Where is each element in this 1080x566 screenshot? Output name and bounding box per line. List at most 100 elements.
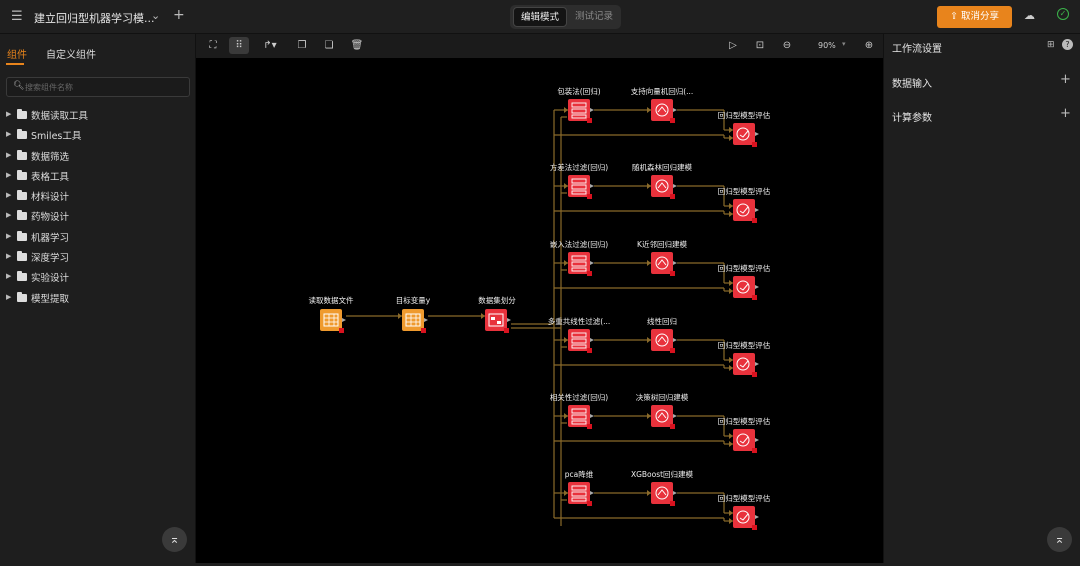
help-icon[interactable]: ?	[1062, 39, 1073, 50]
zoom-in-icon[interactable]: ⊕	[861, 37, 877, 54]
workflow-canvas[interactable]: 读取数据文件 目标变量y 数据集划分 包装法(回归) 支持向量机回归(... 回归型模型评…	[196, 58, 883, 563]
expand-arrow-icon[interactable]: ▶	[6, 110, 11, 118]
folder-item[interactable]: ▶ 材料设计	[6, 188, 190, 208]
delete-icon[interactable]: 🗑︎	[349, 37, 365, 54]
run-icon[interactable]: ▷	[725, 37, 741, 54]
node-regression-model[interactable]	[651, 99, 673, 121]
check-circle-icon[interactable]: ✓	[1057, 8, 1069, 20]
node-port	[755, 285, 759, 289]
folder-icon	[17, 109, 27, 119]
collapse-up-button[interactable]: ⌅	[1047, 527, 1072, 552]
component-sidebar: 组件 自定义组件 🔍︎ ▶ 数据读取工具 ▶ Smiles工具 ▶ 数据筛选 ▶ 表格工具 ▶ 材…	[0, 34, 196, 563]
add-tab-button[interactable]: +	[173, 7, 185, 23]
workflow-title[interactable]: 建立回归型机器学习模...	[34, 10, 155, 26]
edge-arrow	[564, 337, 568, 343]
folder-label: 数据筛选	[31, 151, 70, 163]
fullscreen-icon[interactable]: ⊡	[752, 37, 768, 54]
fit-view-icon[interactable]: ⛶	[205, 37, 221, 54]
node-port	[342, 318, 346, 322]
paste-icon[interactable]: ❏	[321, 37, 337, 54]
node-regression-eval[interactable]	[733, 276, 755, 298]
menu-icon[interactable]: ☰	[11, 9, 23, 24]
expand-arrow-icon[interactable]: ▶	[6, 232, 11, 240]
node-regression-model[interactable]	[651, 482, 673, 504]
node-regression-model[interactable]	[651, 329, 673, 351]
folder-tree: ▶ 数据读取工具 ▶ Smiles工具 ▶ 数据筛选 ▶ 表格工具 ▶ 材料设计 ▶ 药物设计 ▶ 机器学…	[6, 107, 190, 310]
node-label-eval: 回归型模型评估	[718, 186, 771, 196]
node-label-read-data: 读取数据文件	[309, 295, 354, 305]
add-data-input-button[interactable]: +	[1060, 72, 1071, 87]
panel-title: 工作流设置	[892, 44, 942, 55]
add-compute-param-button[interactable]: +	[1060, 106, 1071, 121]
folder-item[interactable]: ▶ 模型提取	[6, 290, 190, 310]
grid-icon[interactable]: ⠿	[229, 37, 249, 54]
node-regression-model[interactable]	[651, 252, 673, 274]
folder-item[interactable]: ▶ 数据筛选	[6, 148, 190, 168]
copy-icon[interactable]: ❐	[294, 37, 310, 54]
node-regression-eval[interactable]	[733, 429, 755, 451]
cloud-upload-icon[interactable]: ☁	[1024, 9, 1035, 22]
node-target-y[interactable]	[402, 309, 424, 331]
expand-arrow-icon[interactable]: ▶	[6, 252, 11, 260]
edge-arrow	[564, 490, 568, 496]
expand-arrow-icon[interactable]: ▶	[6, 211, 11, 219]
workflow-settings-panel: 工作流设置 ⊞ ? 数据输入 + 计算参数 + ⌅	[883, 34, 1080, 563]
node-badge	[339, 328, 344, 333]
node-regression-eval[interactable]	[733, 353, 755, 375]
zoom-level[interactable]: 90%	[818, 41, 836, 50]
folder-label: 药物设计	[31, 212, 70, 224]
layout-icon[interactable]: ⊞	[1047, 40, 1055, 50]
zoom-dropdown-icon[interactable]: ▾	[842, 40, 846, 48]
tab-custom-components[interactable]: 自定义组件	[46, 46, 96, 61]
node-port	[590, 184, 594, 188]
edge-arrow	[729, 280, 733, 286]
node-label-filter: 相关性过滤(回归)	[550, 392, 608, 402]
folder-item[interactable]: ▶ Smiles工具	[6, 127, 190, 147]
edge-arrow	[729, 211, 733, 217]
folder-item[interactable]: ▶ 机器学习	[6, 229, 190, 249]
expand-arrow-icon[interactable]: ▶	[6, 272, 11, 280]
node-badge	[752, 372, 757, 377]
cancel-share-button[interactable]: ⇪ 取消分享	[937, 6, 1012, 28]
folder-item[interactable]: ▶ 表格工具	[6, 168, 190, 188]
folder-item[interactable]: ▶ 数据读取工具	[6, 107, 190, 127]
node-badge	[587, 194, 592, 199]
zoom-out-icon[interactable]: ⊖	[779, 37, 795, 54]
search-input[interactable]	[25, 80, 185, 94]
collapse-up-button[interactable]: ⌅	[162, 527, 187, 552]
node-regression-model[interactable]	[651, 175, 673, 197]
data-input-section[interactable]: 数据输入	[892, 75, 932, 90]
connector-style-icon[interactable]: ↱▾	[258, 37, 282, 54]
folder-label: 材料设计	[31, 192, 70, 204]
edge-arrow	[729, 433, 733, 439]
folder-item[interactable]: ▶ 实验设计	[6, 269, 190, 289]
node-regression-model[interactable]	[651, 405, 673, 427]
expand-arrow-icon[interactable]: ▶	[6, 151, 11, 159]
node-label-filter: 嵌入法过滤(回归)	[550, 239, 608, 249]
expand-arrow-icon[interactable]: ▶	[6, 171, 11, 179]
split-icon-cell	[497, 321, 501, 324]
expand-arrow-icon[interactable]: ▶	[6, 293, 11, 301]
node-badge	[587, 348, 592, 353]
node-label-model: XGBoost回归建模	[631, 469, 694, 479]
edit-mode-tab[interactable]: 编辑模式	[513, 7, 567, 27]
compute-params-section[interactable]: 计算参数	[892, 109, 932, 124]
expand-arrow-icon[interactable]: ▶	[6, 191, 11, 199]
node-dataset-split[interactable]	[485, 309, 507, 331]
node-regression-eval[interactable]	[733, 506, 755, 528]
node-regression-eval[interactable]	[733, 123, 755, 145]
node-read-data[interactable]	[320, 309, 342, 331]
folder-item[interactable]: ▶ 深度学习	[6, 249, 190, 269]
node-port	[673, 338, 677, 342]
edge-arrow	[647, 490, 651, 496]
folder-item[interactable]: ▶ 药物设计	[6, 208, 190, 228]
edge-arrow	[729, 441, 733, 447]
node-regression-eval[interactable]	[733, 199, 755, 221]
chevron-down-icon[interactable]: ⌄	[151, 9, 160, 22]
node-port	[755, 208, 759, 212]
tab-components[interactable]: 组件	[7, 46, 27, 61]
folder-icon	[17, 271, 27, 282]
edge-arrow	[647, 260, 651, 266]
test-record-tab[interactable]: 测试记录	[570, 7, 618, 27]
expand-arrow-icon[interactable]: ▶	[6, 130, 11, 138]
